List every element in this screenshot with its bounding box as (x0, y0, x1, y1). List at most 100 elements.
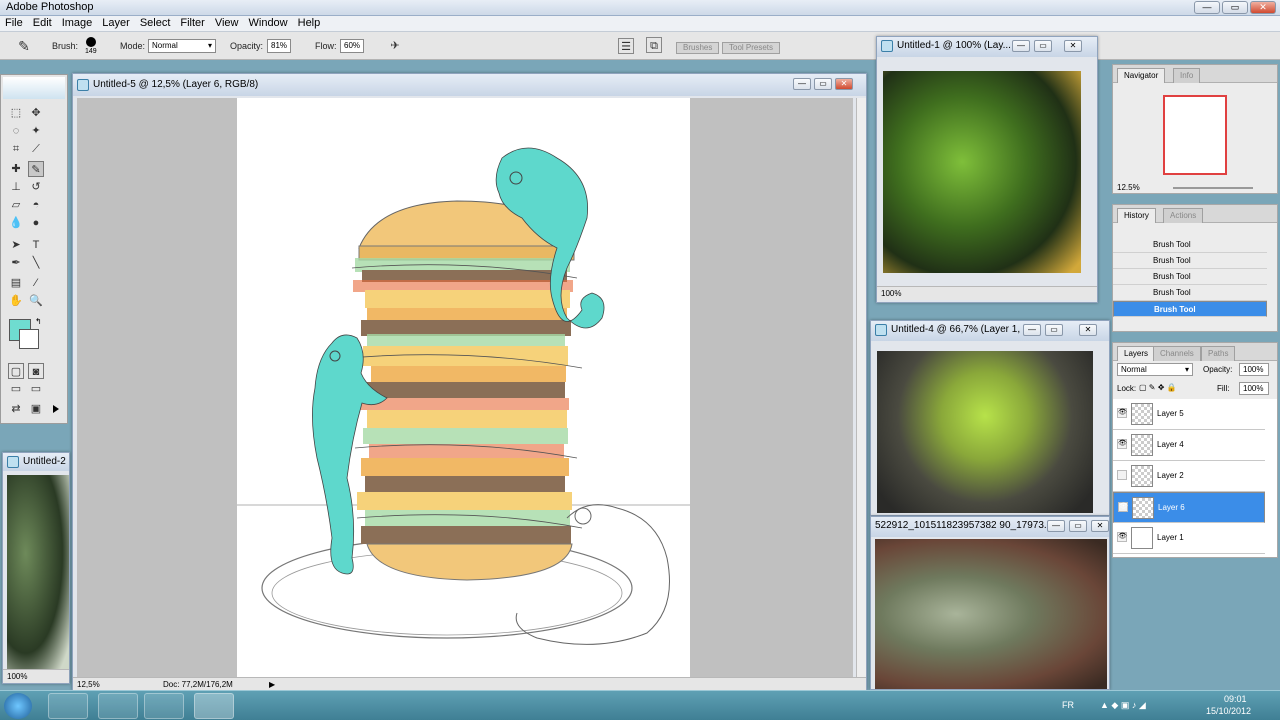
tab-layers[interactable]: Layers (1117, 346, 1156, 361)
window-untitled-2-titlebar[interactable]: Untitled-2 (3, 453, 69, 471)
eye-icon[interactable]: 👁 (1117, 439, 1127, 449)
hand-icon[interactable]: ✋ (8, 293, 24, 309)
lasso-icon[interactable]: ◌ (8, 123, 24, 139)
tab-info[interactable]: Info (1173, 68, 1201, 83)
ref2-minimize-button[interactable]: — (1023, 324, 1041, 336)
menu-window[interactable]: Window (244, 16, 293, 30)
marquee-icon[interactable]: ⬚ (8, 105, 24, 121)
history-item[interactable]: Brush Tool (1113, 269, 1267, 285)
notes-icon[interactable]: ▤ (8, 275, 24, 291)
dodge-icon[interactable]: ● (28, 215, 44, 231)
palette-icon[interactable]: ☰ (618, 38, 634, 54)
menu-image[interactable]: Image (57, 16, 98, 30)
swap-colors-icon[interactable]: ↰ (35, 317, 42, 326)
standard-mode-icon[interactable]: ▢ (8, 363, 24, 379)
layer-row-5[interactable]: 👁 Layer 5 (1113, 399, 1265, 430)
tab-paths[interactable]: Paths (1201, 346, 1236, 361)
fill-input[interactable]: 100% (1239, 382, 1269, 395)
ref1-minimize-button[interactable]: — (1012, 40, 1030, 52)
window-untitled-2-zoom[interactable]: 100% (7, 672, 27, 681)
history-item-selected[interactable]: Brush Tool (1113, 301, 1267, 317)
taskbar-photoshop-icon[interactable] (194, 693, 234, 719)
opacity-input[interactable]: 81% (267, 39, 291, 53)
menu-layer[interactable]: Layer (97, 16, 135, 30)
layer-row-6-selected[interactable]: 👁 Layer 6 (1113, 492, 1265, 523)
tray-icons[interactable]: ▲ ◆ ▣ ♪ ◢ (1100, 700, 1146, 711)
main-zoom[interactable]: 12,5% (77, 680, 100, 689)
eye-icon[interactable]: 👁 (1117, 408, 1127, 418)
ref1-zoom[interactable]: 100% (881, 289, 901, 298)
blend-mode-select[interactable]: Normal ▾ (1117, 363, 1193, 376)
eraser-icon[interactable]: ▱ (8, 197, 24, 213)
start-button[interactable] (4, 693, 32, 719)
taskbar-folder-icon[interactable] (144, 693, 184, 719)
menu-edit[interactable]: Edit (28, 16, 57, 30)
canvas-document[interactable] (237, 98, 690, 680)
menu-file[interactable]: File (0, 16, 28, 30)
history-item[interactable]: Brush Tool (1113, 253, 1267, 269)
screen-mode-3-icon[interactable]: ▣ (28, 401, 44, 417)
ref3-close-button[interactable]: ✕ (1091, 520, 1109, 532)
lock-icons[interactable]: ▢ ✎ ✥ 🔒 (1139, 383, 1177, 392)
slice-icon[interactable]: ⟋ (28, 141, 44, 157)
history-brush-icon[interactable]: ↺ (28, 179, 44, 195)
vertical-scrollbar[interactable] (856, 98, 866, 680)
menu-select[interactable]: Select (135, 16, 176, 30)
line-icon[interactable]: ╲ (28, 255, 44, 271)
eye-hidden-icon[interactable] (1117, 470, 1127, 480)
path-select-icon[interactable]: ➤ (8, 237, 24, 253)
ref3-maximize-button[interactable]: ▭ (1069, 520, 1087, 532)
history-item[interactable]: Brush Tool (1113, 237, 1267, 253)
screen-mode-2-icon[interactable]: ▭ (28, 381, 44, 397)
move-icon[interactable]: ✥ (28, 105, 44, 121)
navigator-zoom[interactable]: 12.5% (1117, 183, 1140, 192)
background-color-swatch[interactable] (19, 329, 39, 349)
ref3-minimize-button[interactable]: — (1047, 520, 1065, 532)
ref2-close-button[interactable]: ✕ (1079, 324, 1097, 336)
navigator-zoom-slider[interactable] (1173, 187, 1253, 189)
tab-brushes[interactable]: Brushes (676, 42, 720, 54)
brush-preview-icon[interactable] (86, 37, 96, 47)
doc-close-button[interactable]: ✕ (835, 78, 853, 90)
zoom-icon[interactable]: 🔍 (28, 293, 44, 309)
ref2-maximize-button[interactable]: ▭ (1045, 324, 1063, 336)
doc-maximize-button[interactable]: ▭ (814, 78, 832, 90)
crop-icon[interactable]: ⌗ (8, 141, 24, 157)
clock-date[interactable]: 15/10/2012 (1206, 706, 1251, 716)
stamp-icon[interactable]: ⊥ (8, 179, 24, 195)
close-button[interactable]: ✕ (1250, 1, 1276, 14)
blur-icon[interactable]: 💧 (8, 215, 24, 231)
expand-arrow-icon[interactable] (53, 405, 59, 413)
airbrush-icon[interactable]: ✈ (387, 38, 403, 54)
layer-row-1[interactable]: 👁 Layer 1 (1113, 523, 1265, 554)
mode-select[interactable]: Normal ▾ (148, 39, 216, 53)
jump-to-imageready-icon[interactable]: ⇄ (8, 401, 24, 417)
healing-icon[interactable]: ✚ (8, 161, 24, 177)
type-icon[interactable]: T (28, 237, 44, 253)
bucket-icon[interactable]: ◓ (28, 197, 44, 213)
eyedropper-icon[interactable]: ⁄ (28, 275, 44, 291)
pen-icon[interactable]: ✒ (8, 255, 24, 271)
flow-input[interactable]: 60% (340, 39, 364, 53)
menu-help[interactable]: Help (293, 16, 326, 30)
canvas-area[interactable] (77, 98, 866, 680)
screen-mode-1-icon[interactable]: ▭ (8, 381, 24, 397)
doc-minimize-button[interactable]: — (793, 78, 811, 90)
ref1-maximize-button[interactable]: ▭ (1034, 40, 1052, 52)
taskbar-explorer-icon[interactable] (98, 693, 138, 719)
navigator-thumbnail[interactable] (1163, 95, 1227, 175)
tab-history[interactable]: History (1117, 208, 1156, 223)
tab-channels[interactable]: Channels (1153, 346, 1201, 361)
brush-tool-icon[interactable]: ✎ (16, 38, 32, 54)
menu-filter[interactable]: Filter (175, 16, 209, 30)
tab-navigator[interactable]: Navigator (1117, 68, 1166, 83)
brush-icon[interactable]: ✎ (28, 161, 44, 177)
ref1-close-button[interactable]: ✕ (1064, 40, 1082, 52)
layers-opacity-input[interactable]: 100% (1239, 363, 1269, 376)
quick-mask-icon[interactable]: ◙ (28, 363, 44, 379)
taskbar-chrome-icon[interactable] (48, 693, 88, 719)
minimize-button[interactable]: — (1194, 1, 1220, 14)
magic-wand-icon[interactable]: ✦ (28, 123, 44, 139)
tab-tool-presets[interactable]: Tool Presets (722, 42, 781, 54)
status-arrow-icon[interactable]: ▶ (269, 680, 275, 689)
